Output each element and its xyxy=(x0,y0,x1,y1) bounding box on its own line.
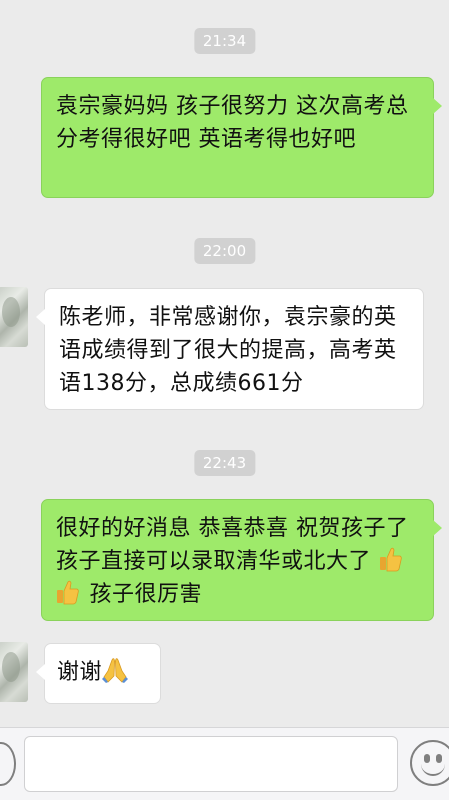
message-text-after: 孩子很厉害 xyxy=(82,582,202,607)
praying-hands-icon xyxy=(102,658,129,683)
message-text: 陈老师，非常感谢你，袁宗豪的英语成绩得到了很大的提高，高考英语138分，总成绩6… xyxy=(59,305,397,396)
message-text-before: 很好的好消息 恭喜恭喜 祝贺孩子了 孩子直接可以录取清华或北大了 xyxy=(56,516,409,574)
thumbs-up-icon xyxy=(379,547,402,572)
avatar[interactable] xyxy=(0,287,28,347)
message-text: 袁宗豪妈妈 孩子很努力 这次高考总分考得很好吧 英语考得也好吧 xyxy=(56,94,409,152)
bubble-tail xyxy=(433,520,442,536)
timestamp: 22:43 xyxy=(193,450,256,476)
timestamp: 22:00 xyxy=(193,238,256,264)
emoji-eye xyxy=(424,754,430,763)
bubble-tail xyxy=(36,309,45,325)
message-incoming[interactable]: 谢谢 xyxy=(36,643,161,704)
bubble-tail xyxy=(36,664,45,680)
message-outgoing[interactable]: 袁宗豪妈妈 孩子很努力 这次高考总分考得很好吧 英语考得也好吧 xyxy=(41,77,442,198)
message-input[interactable] xyxy=(24,736,398,792)
timestamp: 21:34 xyxy=(193,28,256,54)
message-text: 谢谢 xyxy=(57,660,103,685)
emoji-icon[interactable] xyxy=(410,740,449,786)
voice-toggle-icon[interactable] xyxy=(0,742,16,786)
chat-area[interactable]: 21:34 袁宗豪妈妈 孩子很努力 这次高考总分考得很好吧 英语考得也好吧 22… xyxy=(0,0,449,727)
message-outgoing[interactable]: 很好的好消息 恭喜恭喜 祝贺孩子了 孩子直接可以录取清华或北大了 孩子很厉害 xyxy=(41,499,442,621)
emoji-eye xyxy=(436,754,442,763)
avatar[interactable] xyxy=(0,642,28,702)
input-bar xyxy=(0,727,449,800)
message-incoming[interactable]: 陈老师，非常感谢你，袁宗豪的英语成绩得到了很大的提高，高考英语138分，总成绩6… xyxy=(36,288,424,410)
emoji-mouth xyxy=(421,764,445,776)
bubble-tail xyxy=(433,98,442,114)
thumbs-up-icon xyxy=(57,580,79,605)
